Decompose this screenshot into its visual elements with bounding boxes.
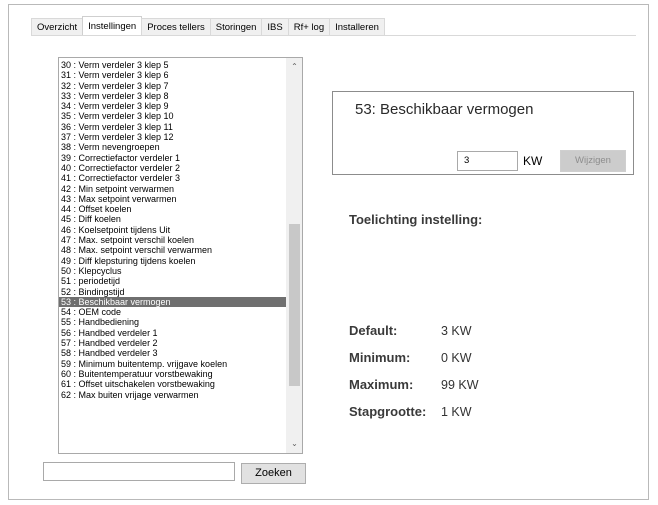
- setting-panel: 53: Beschikbaar vermogen 3 KW Wijzigen: [332, 91, 634, 175]
- default-value: 3 KW: [441, 324, 472, 338]
- scrollbar-thumb[interactable]: [289, 224, 300, 386]
- tab-overzicht[interactable]: Overzicht: [31, 18, 84, 35]
- list-item[interactable]: 45 : Diff koelen: [59, 214, 289, 224]
- tab-bar: Overzicht Instellingen Proces tellers St…: [31, 16, 385, 35]
- list-item[interactable]: 47 : Max. setpoint verschil koelen: [59, 235, 289, 245]
- list-item[interactable]: 44 : Offset koelen: [59, 204, 289, 214]
- list-item[interactable]: 36 : Verm verdeler 3 klep 11: [59, 122, 289, 132]
- list-item[interactable]: 32 : Verm verdeler 3 klep 7: [59, 81, 289, 91]
- chevron-down-icon[interactable]: ⌄: [287, 437, 302, 451]
- list-item[interactable]: 39 : Correctiefactor verdeler 1: [59, 153, 289, 163]
- tab-proces-tellers[interactable]: Proces tellers: [141, 18, 211, 35]
- list-item[interactable]: 52 : Bindingstijd: [59, 287, 289, 297]
- list-item[interactable]: 54 : OEM code: [59, 307, 289, 317]
- change-button[interactable]: Wijzigen: [560, 150, 626, 172]
- list-item[interactable]: 40 : Correctiefactor verdeler 2: [59, 163, 289, 173]
- list-item[interactable]: 43 : Max setpoint verwarmen: [59, 194, 289, 204]
- tab-storingen[interactable]: Storingen: [209, 18, 263, 35]
- list-item[interactable]: 61 : Offset uitschakelen vorstbewaking: [59, 379, 289, 389]
- step-value: 1 KW: [441, 405, 472, 419]
- list-item[interactable]: 42 : Min setpoint verwarmen: [59, 184, 289, 194]
- list-item[interactable]: 58 : Handbed verdeler 3: [59, 348, 289, 358]
- list-item[interactable]: 51 : periodetijd: [59, 276, 289, 286]
- list-item[interactable]: 55 : Handbediening: [59, 317, 289, 327]
- tab-rf-log[interactable]: Rf+ log: [287, 18, 331, 35]
- list-item[interactable]: 56 : Handbed verdeler 1: [59, 328, 289, 338]
- list-item[interactable]: 46 : Koelsetpoint tijdens Uit: [59, 225, 289, 235]
- list-item[interactable]: 60 : Buitentemperatuur vorstbewaking: [59, 369, 289, 379]
- step-label: Stapgrootte:: [349, 404, 427, 419]
- maximum-label: Maximum:: [349, 377, 414, 392]
- list-item[interactable]: 33 : Verm verdeler 3 klep 8: [59, 91, 289, 101]
- setting-title: 53: Beschikbaar vermogen: [355, 101, 534, 118]
- list-item[interactable]: 31 : Verm verdeler 3 klep 6: [59, 70, 289, 80]
- list-item[interactable]: 38 : Verm nevengroepen: [59, 142, 289, 152]
- vertical-scrollbar[interactable]: ⌃ ⌄: [286, 58, 302, 453]
- tab-ibs[interactable]: IBS: [261, 18, 289, 35]
- list-item[interactable]: 59 : Minimum buitentemp. vrijgave koelen: [59, 359, 289, 369]
- list-item[interactable]: 41 : Correctiefactor verdeler 3: [59, 173, 289, 183]
- search-button[interactable]: Zoeken: [241, 463, 306, 484]
- list-item[interactable]: 50 : Klepcyclus: [59, 266, 289, 276]
- search-input[interactable]: [43, 462, 235, 481]
- minimum-value: 0 KW: [441, 351, 472, 365]
- list-item[interactable]: 35 : Verm verdeler 3 klep 10: [59, 111, 289, 121]
- tab-instellingen[interactable]: Instellingen: [82, 16, 143, 35]
- list-item[interactable]: 57 : Handbed verdeler 2: [59, 338, 289, 348]
- tab-installeren[interactable]: Installeren: [329, 18, 385, 35]
- list-item[interactable]: 37 : Verm verdeler 3 klep 12: [59, 132, 289, 142]
- list-item[interactable]: 30 : Verm verdeler 3 klep 5: [59, 60, 289, 70]
- list-item[interactable]: 34 : Verm verdeler 3 klep 9: [59, 101, 289, 111]
- default-label: Default:: [349, 323, 398, 338]
- unit-label: KW: [523, 154, 543, 168]
- list-item[interactable]: 62 : Max buiten vrijage verwarmen: [59, 390, 289, 400]
- minimum-label: Minimum:: [349, 350, 411, 365]
- list-item[interactable]: 49 : Diff klepsturing tijdens koelen: [59, 256, 289, 266]
- list-item[interactable]: 53 : Beschikbaar vermogen: [59, 296, 289, 308]
- chevron-up-icon[interactable]: ⌃: [287, 60, 302, 74]
- list-item[interactable]: 48 : Max. setpoint verschil verwarmen: [59, 245, 289, 255]
- explanation-heading: Toelichting instelling:: [349, 212, 483, 227]
- maximum-value: 99 KW: [441, 378, 479, 392]
- tab-divider: [31, 35, 636, 36]
- value-input[interactable]: 3: [457, 151, 518, 171]
- settings-listbox[interactable]: 30 : Verm verdeler 3 klep 5 31 : Verm ver…: [58, 57, 303, 454]
- settings-list-items: 30 : Verm verdeler 3 klep 5 31 : Verm ver…: [59, 60, 289, 400]
